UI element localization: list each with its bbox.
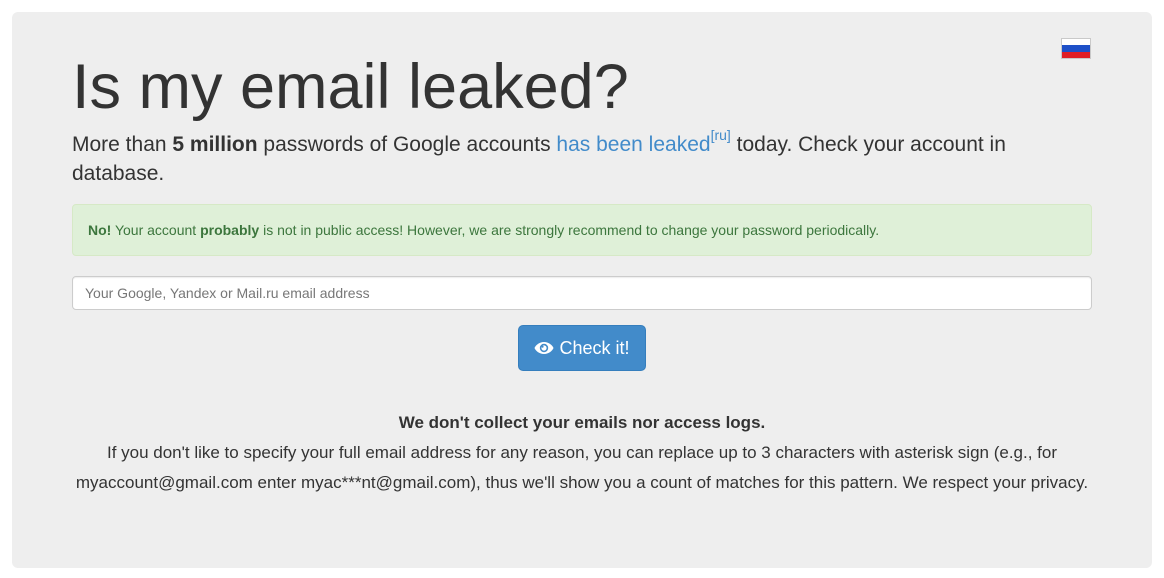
eye-icon: [534, 341, 554, 355]
lead-highlight: 5 million: [172, 133, 258, 156]
alert-prefix: No!: [88, 222, 112, 238]
lead-part1: More than: [72, 133, 173, 156]
russian-flag-icon[interactable]: [1061, 38, 1091, 59]
alert-part2: is not in public access! However, we are…: [259, 222, 880, 238]
leak-news-link-lang: [ru]: [710, 127, 731, 143]
check-button[interactable]: Check it!: [518, 325, 646, 371]
main-panel: Is my email leaked? More than 5 million …: [12, 12, 1152, 568]
alert-part1: Your account: [111, 222, 201, 238]
leak-news-link-text: has been leaked: [556, 133, 711, 156]
flag-stripe-red: [1062, 51, 1090, 58]
page-title: Is my email leaked?: [72, 52, 629, 122]
result-alert: No! Your account probably is not in publ…: [72, 204, 1092, 256]
alert-emphasis: probably: [200, 222, 260, 238]
privacy-headline: We don't collect your emails nor access …: [398, 413, 766, 432]
lead-part2: passwords of Google accounts: [257, 133, 557, 156]
leak-news-link[interactable]: has been leaked[ru]: [556, 128, 730, 156]
email-input[interactable]: [72, 276, 1092, 310]
privacy-body: If you don't like to specify your full e…: [75, 443, 1089, 492]
privacy-notice: We don't collect your emails nor access …: [72, 408, 1092, 498]
check-button-label: Check it!: [559, 337, 630, 358]
lead-text: More than 5 million passwords of Google …: [72, 128, 1072, 188]
